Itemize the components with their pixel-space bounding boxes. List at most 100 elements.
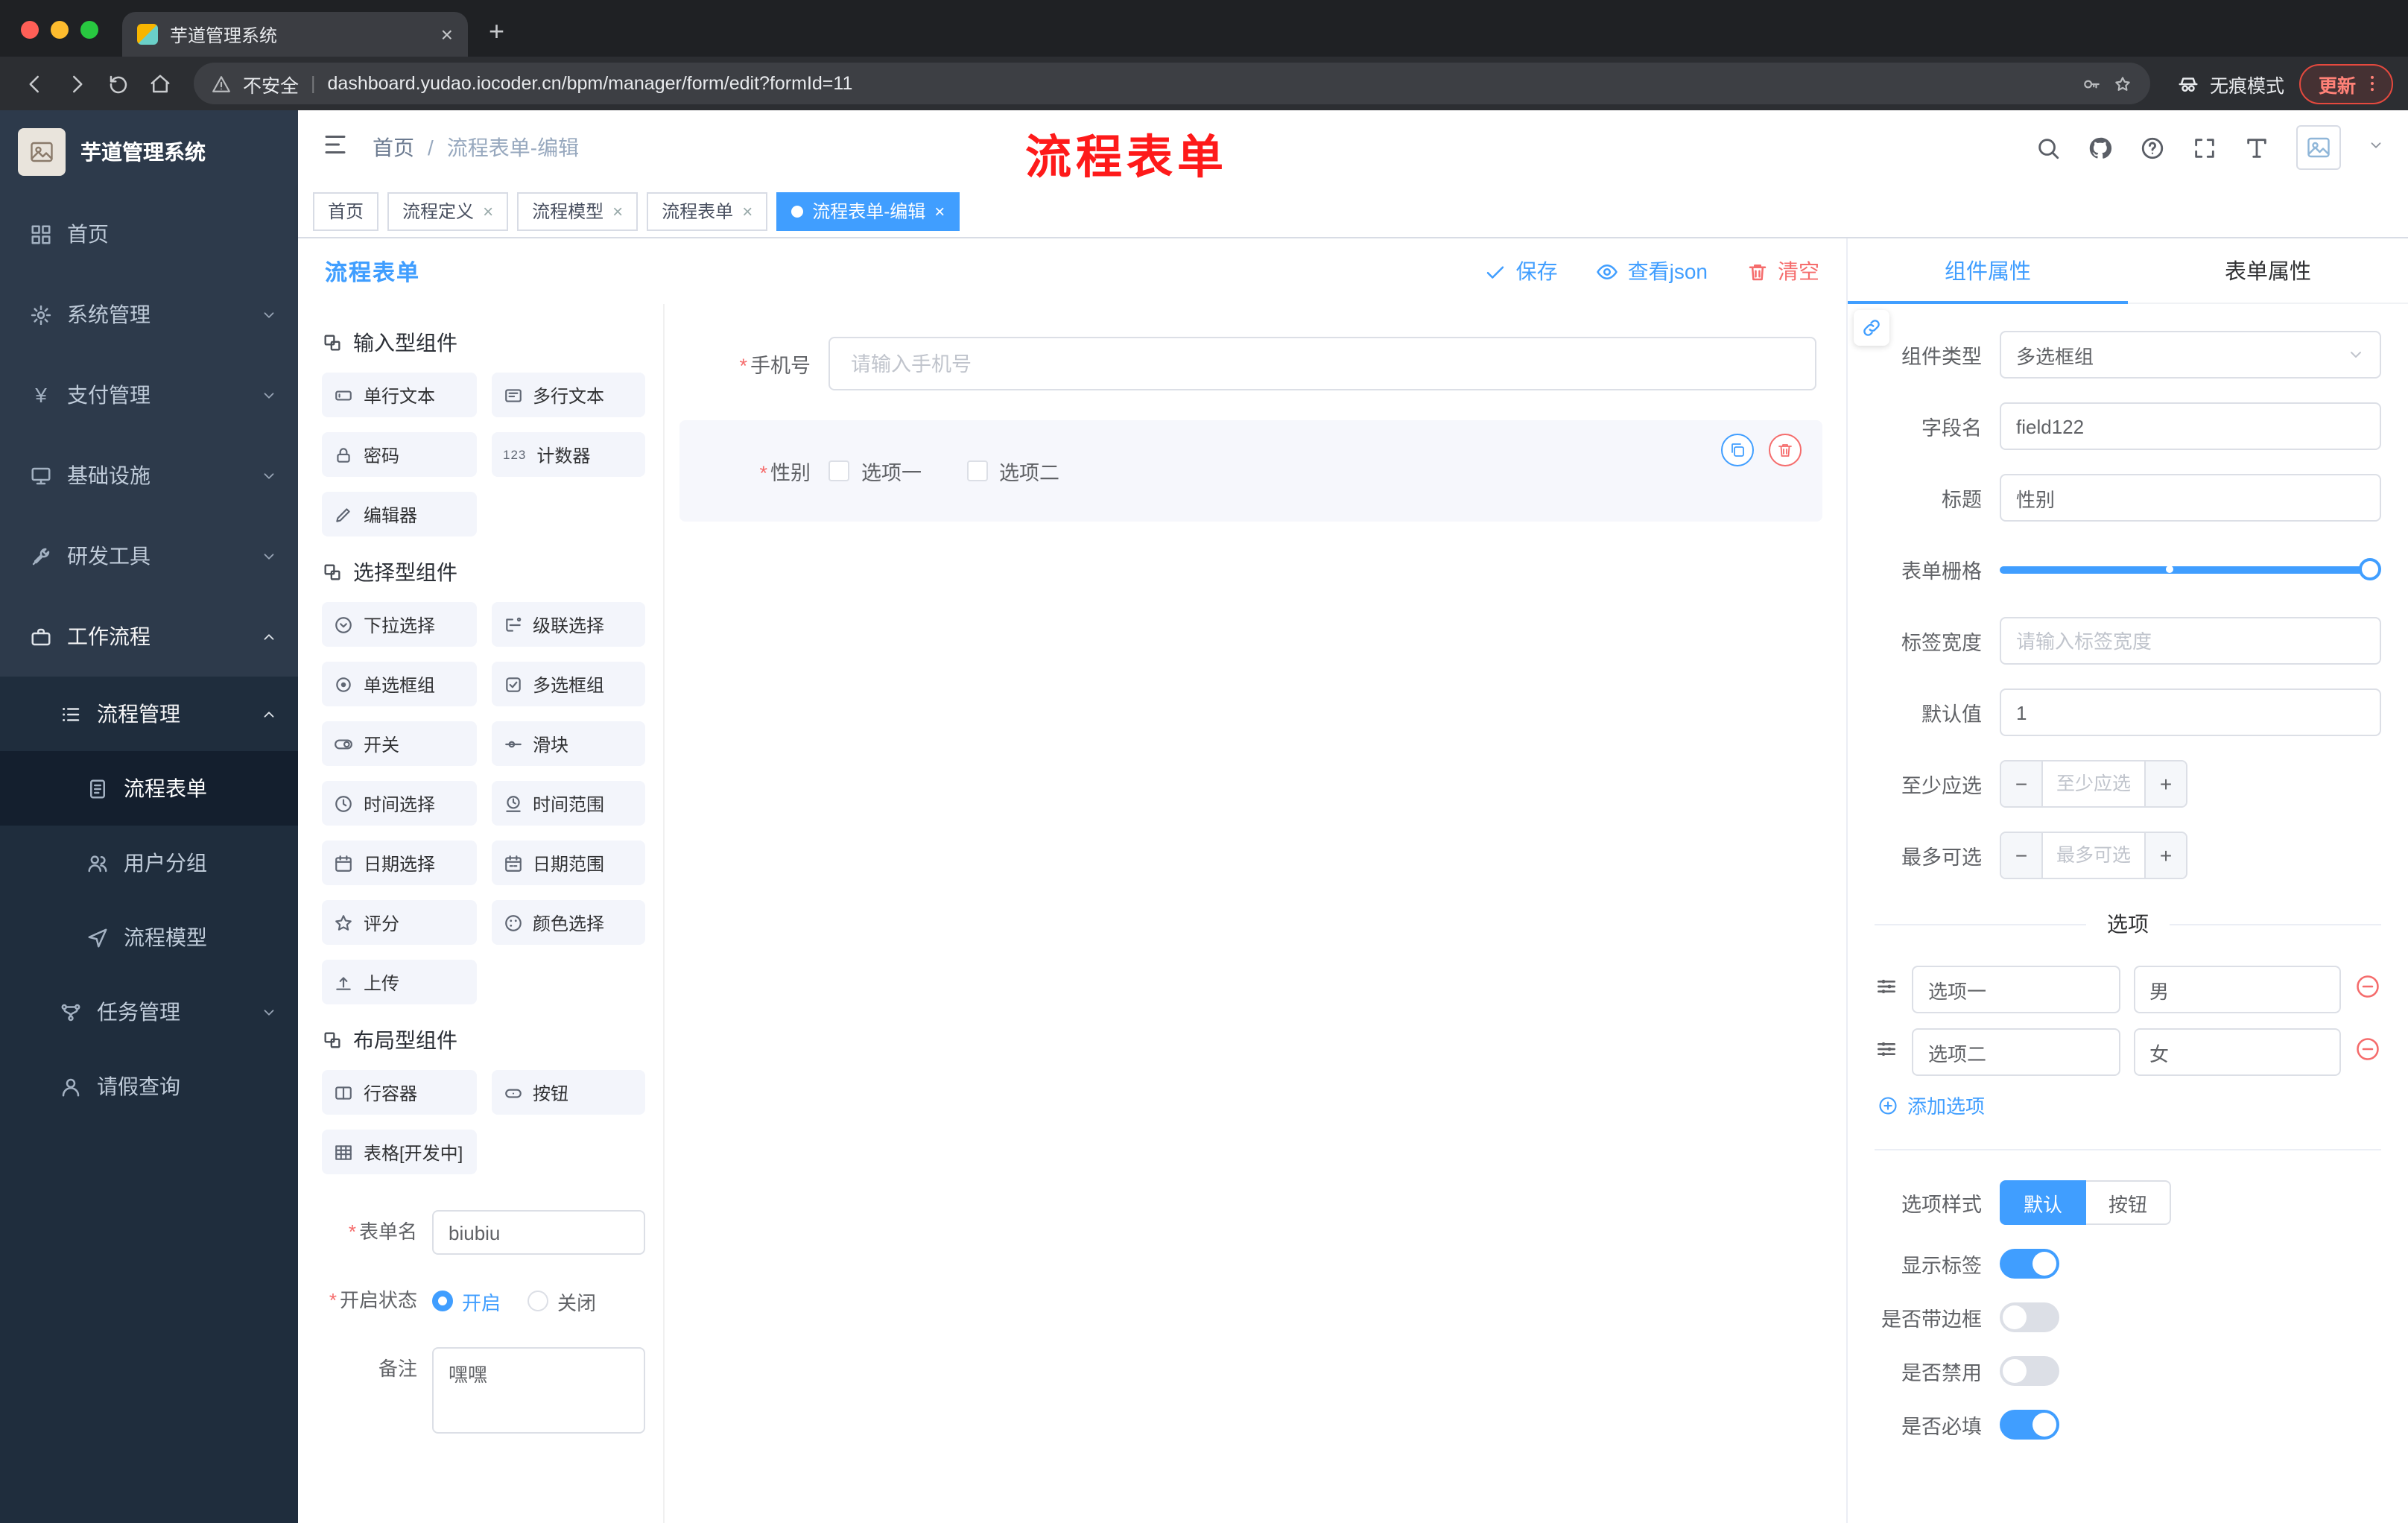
reload-button[interactable] — [98, 64, 137, 103]
tag-close-icon[interactable]: × — [742, 202, 752, 220]
sidebar-item-workflow[interactable]: 工作流程 — [0, 596, 298, 677]
tag-process-form[interactable]: 流程表单 × — [647, 191, 768, 230]
sidebar-item-payment[interactable]: ¥ 支付管理 — [0, 355, 298, 435]
option-2-value-input[interactable] — [2133, 1028, 2341, 1076]
tab-form-props[interactable]: 表单属性 — [2128, 238, 2408, 303]
remove-option-button[interactable] — [2354, 972, 2381, 1007]
forward-button[interactable] — [57, 64, 95, 103]
palette-item-editor[interactable]: 编辑器 — [322, 492, 476, 536]
palette-item-row-container[interactable]: 行容器 — [322, 1070, 476, 1115]
max-checked-input[interactable] — [2043, 833, 2144, 878]
palette-item-single-text[interactable]: 单行文本 — [322, 373, 476, 417]
palette-item-slider[interactable]: 滑块 — [491, 721, 645, 766]
sidebar-item-task-mgmt[interactable]: 任务管理 — [0, 975, 298, 1049]
palette-item-table[interactable]: 表格[开发中] — [322, 1130, 476, 1174]
option-1-value-input[interactable] — [2133, 966, 2341, 1013]
github-icon[interactable] — [2088, 135, 2113, 160]
avatar-dropdown[interactable] — [2368, 134, 2384, 161]
status-on-radio[interactable]: 开启 — [432, 1287, 501, 1315]
label-width-input[interactable] — [2000, 617, 2381, 665]
user-avatar[interactable] — [2296, 125, 2341, 170]
palette-item-time-picker[interactable]: 时间选择 — [322, 781, 476, 826]
form-name-input[interactable] — [432, 1210, 645, 1255]
palette-item-checkbox-group[interactable]: 多选框组 — [491, 662, 645, 706]
style-default-button[interactable]: 默认 — [2000, 1180, 2087, 1225]
drag-handle-icon[interactable] — [1875, 974, 1898, 1005]
home-button[interactable] — [140, 64, 179, 103]
palette-item-cascader[interactable]: 级联选择 — [491, 602, 645, 647]
view-json-button[interactable]: 查看json — [1597, 256, 1708, 286]
component-type-select[interactable]: 多选框组 — [2000, 331, 2381, 379]
required-toggle[interactable] — [2000, 1410, 2059, 1440]
tag-process-definition[interactable]: 流程定义 × — [387, 191, 509, 230]
anchor-link-icon[interactable] — [1854, 310, 1889, 346]
tag-home[interactable]: 首页 — [313, 191, 379, 230]
sidebar-item-devtools[interactable]: 研发工具 — [0, 516, 298, 596]
help-icon[interactable] — [2140, 135, 2165, 160]
stepper-plus-button[interactable]: + — [2144, 833, 2186, 878]
search-icon[interactable] — [2035, 135, 2061, 160]
phone-input[interactable] — [828, 337, 1816, 390]
default-value-input[interactable] — [2000, 688, 2381, 736]
add-option-button[interactable]: 添加选项 — [1878, 1091, 2381, 1119]
palette-item-select[interactable]: 下拉选择 — [322, 602, 476, 647]
palette-item-rate[interactable]: 评分 — [322, 900, 476, 945]
tab-close-icon[interactable]: × — [441, 24, 453, 45]
tag-process-form-edit[interactable]: 流程表单-编辑 × — [776, 191, 960, 230]
style-button-button[interactable]: 按钮 — [2086, 1180, 2172, 1225]
palette-item-upload[interactable]: 上传 — [322, 960, 476, 1004]
palette-item-date-picker[interactable]: 日期选择 — [322, 840, 476, 885]
bookmark-star-icon[interactable] — [2113, 74, 2132, 93]
remove-option-button[interactable] — [2354, 1035, 2381, 1069]
palette-item-multi-text[interactable]: 多行文本 — [491, 373, 645, 417]
sidebar-item-process-model[interactable]: 流程模型 — [0, 900, 298, 975]
status-off-radio[interactable]: 关闭 — [527, 1287, 596, 1315]
palette-item-switch[interactable]: 开关 — [322, 721, 476, 766]
sidebar-item-infra[interactable]: 基础设施 — [0, 435, 298, 516]
tag-close-icon[interactable]: × — [612, 202, 623, 220]
sidebar-collapse-button[interactable] — [322, 130, 349, 165]
sidebar-item-process-form[interactable]: 流程表单 — [0, 751, 298, 826]
tag-close-icon[interactable]: × — [934, 202, 945, 220]
fullscreen-icon[interactable] — [2192, 135, 2217, 160]
sidebar-item-process-mgmt[interactable]: 流程管理 — [0, 677, 298, 751]
window-minimize-button[interactable] — [51, 21, 69, 39]
new-tab-button[interactable]: + — [489, 18, 504, 45]
stepper-minus-button[interactable]: − — [2001, 762, 2043, 806]
option-1-label-input[interactable] — [1912, 966, 2120, 1013]
disabled-toggle[interactable] — [2000, 1356, 2059, 1386]
browser-update-button[interactable]: 更新 — [2298, 63, 2393, 104]
palette-item-radio-group[interactable]: 单选框组 — [322, 662, 476, 706]
palette-item-date-range[interactable]: 日期范围 — [491, 840, 645, 885]
copy-widget-button[interactable] — [1721, 434, 1754, 466]
title-input[interactable] — [2000, 474, 2381, 522]
gender-option-1-checkbox[interactable]: 选项一 — [828, 456, 922, 486]
phone-field-row[interactable]: * 手机号 — [679, 325, 1822, 402]
palette-item-button[interactable]: 按钮 — [491, 1070, 645, 1115]
save-button[interactable]: 保存 — [1485, 256, 1558, 286]
window-close-button[interactable] — [21, 21, 39, 39]
font-size-icon[interactable] — [2244, 135, 2269, 160]
field-name-input[interactable] — [2000, 402, 2381, 450]
form-remark-textarea[interactable]: 嘿嘿 — [432, 1347, 645, 1434]
breadcrumb-home[interactable]: 首页 — [373, 133, 414, 162]
palette-item-password[interactable]: 密码 — [322, 432, 476, 477]
drag-handle-icon[interactable] — [1875, 1036, 1898, 1068]
delete-widget-button[interactable] — [1769, 434, 1802, 466]
palette-item-counter[interactable]: 123 计数器 — [491, 432, 645, 477]
min-checked-input[interactable] — [2043, 762, 2144, 806]
browser-tab[interactable]: 芋道管理系统 × — [122, 12, 468, 57]
slider-track[interactable] — [2000, 558, 2381, 580]
gender-field-widget-selected[interactable]: * 性别 选项一 选项二 — [679, 420, 1822, 522]
grid-slider[interactable] — [2000, 545, 2381, 593]
gender-option-2-checkbox[interactable]: 选项二 — [966, 456, 1059, 486]
stepper-plus-button[interactable]: + — [2144, 762, 2186, 806]
sidebar-item-user-group[interactable]: 用户分组 — [0, 826, 298, 900]
sidebar-item-home[interactable]: 首页 — [0, 194, 298, 274]
palette-item-color-picker[interactable]: 颜色选择 — [491, 900, 645, 945]
tag-close-icon[interactable]: × — [483, 202, 493, 220]
option-2-label-input[interactable] — [1912, 1028, 2120, 1076]
slider-handle[interactable] — [2359, 558, 2381, 580]
palette-item-time-range[interactable]: 时间范围 — [491, 781, 645, 826]
address-bar[interactable]: 不安全 | dashboard.yudao.iocoder.cn/bpm/man… — [194, 63, 2150, 104]
